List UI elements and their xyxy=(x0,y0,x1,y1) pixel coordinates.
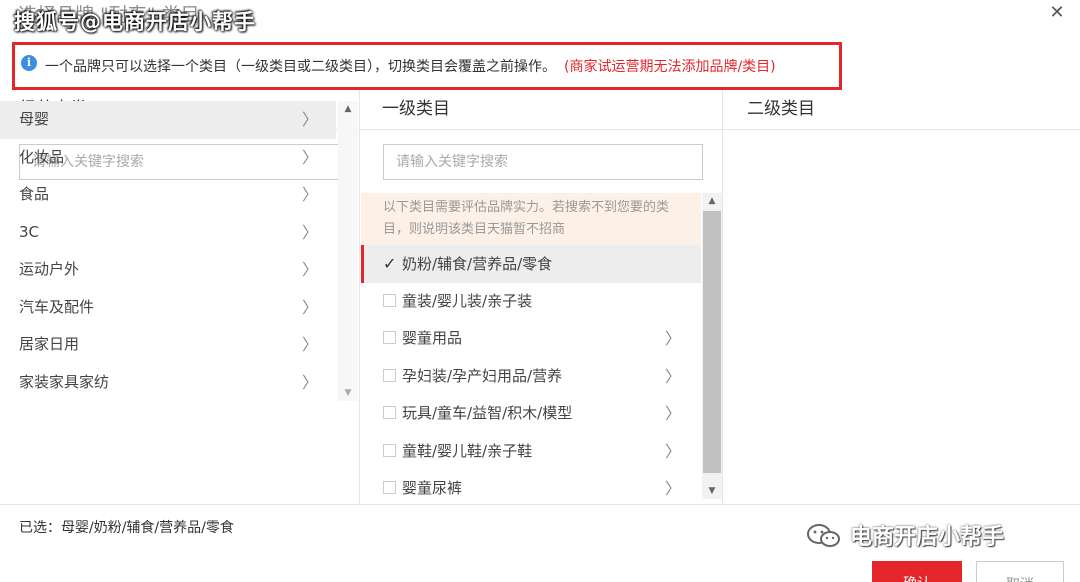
subcategory-checkbox[interactable] xyxy=(383,481,396,494)
wechat-icon xyxy=(807,524,840,547)
category-label: 化妆品 xyxy=(19,147,65,166)
category-item[interactable]: 居家日用 〉 xyxy=(0,326,336,364)
subcategory-item[interactable]: 童鞋/婴儿鞋/亲子鞋 〉 xyxy=(361,433,701,471)
chevron-right-icon: 〉 xyxy=(301,185,318,204)
category-label: 3C xyxy=(19,222,40,241)
notice-message: 一个品牌只可以选择一个类目（一级类目或二级类目），切换类目会覆盖之前操作。 (商家… xyxy=(45,56,776,76)
scroll-up-arrow-icon[interactable]: ▲ xyxy=(702,193,722,209)
notice-warning: (商家试运营期无法添加品牌/类目) xyxy=(564,59,776,75)
subcategory-item[interactable]: 童装/婴儿装/亲子装 xyxy=(361,283,701,321)
level1-scrollbar[interactable]: ▲ ▼ xyxy=(702,193,722,499)
level1-search-input[interactable] xyxy=(383,144,703,180)
category-item[interactable]: 运动户外 〉 xyxy=(0,251,336,289)
selected-summary: 已选：母婴/奶粉/辅食/营养品/零食 xyxy=(19,520,234,536)
category-item[interactable]: 汽车及配件 〉 xyxy=(0,289,336,327)
subcategory-item[interactable]: 婴童尿裤 〉 xyxy=(361,470,701,508)
subcategory-item[interactable]: 婴童用品 〉 xyxy=(361,320,701,358)
chevron-right-icon: 〉 xyxy=(301,260,318,279)
category-label: 居家日用 xyxy=(19,335,80,353)
category-label: 食品 xyxy=(19,185,50,203)
chevron-right-icon: 〉 xyxy=(664,441,681,461)
chevron-right-icon: 〉 xyxy=(301,297,318,317)
watermark-text: 电商开店小帮手 xyxy=(850,525,1005,550)
info-icon: i xyxy=(21,55,37,71)
scroll-thumb[interactable] xyxy=(703,211,721,473)
category-label: 母婴 xyxy=(19,110,50,128)
column-header: 一级类目 xyxy=(360,90,722,130)
chevron-right-icon: 〉 xyxy=(301,147,318,167)
column-header: 二级类目 xyxy=(723,90,1080,130)
dialog-titlebar: 选择品牌 "耐克" 类目 搜狐号@电商开店小帮手 ✕ xyxy=(0,0,1080,40)
chevron-right-icon: 〉 xyxy=(664,479,681,498)
chevron-right-icon: 〉 xyxy=(301,222,318,242)
chevron-right-icon: 〉 xyxy=(664,329,681,348)
subcategory-label: 孕妇装/孕产妇用品/营养 xyxy=(402,366,563,385)
subcategory-checkbox[interactable] xyxy=(383,331,396,344)
subcategory-checkbox[interactable] xyxy=(383,443,396,457)
chevron-right-icon: 〉 xyxy=(664,404,681,423)
chevron-right-icon: 〉 xyxy=(664,366,681,386)
watermark-caption: 搜狐号@电商开店小帮手 xyxy=(14,10,256,34)
column-level2-category: 二级类目 xyxy=(723,90,1080,504)
scroll-up-arrow-icon[interactable]: ▲ xyxy=(338,101,358,117)
subcategory-item[interactable]: ✓ 奶粉/辅食/营养品/零食 xyxy=(361,245,701,283)
chevron-right-icon: 〉 xyxy=(301,372,318,392)
checkmark-icon[interactable]: ✓ xyxy=(383,245,398,283)
subcategory-label: 玩具/童车/益智/积木/模型 xyxy=(402,404,573,422)
category-item[interactable]: 母婴 〉 xyxy=(0,101,336,139)
subcategory-label: 奶粉/辅食/营养品/零食 xyxy=(402,255,553,273)
category-hint: 以下类目需要评估品牌实力。若搜索不到您要的类目，则说明该类目天猫暂不招商 xyxy=(361,193,701,245)
cancel-button[interactable]: 取消 xyxy=(976,561,1064,582)
confirm-button[interactable]: 确认 xyxy=(872,561,962,582)
notice-text: 一个品牌只可以选择一个类目（一级类目或二级类目），切换类目会覆盖之前操作。 xyxy=(45,59,556,75)
close-button[interactable]: ✕ xyxy=(1046,2,1068,24)
chevron-right-icon: 〉 xyxy=(301,335,318,354)
category-item[interactable]: 家装家具家纺 〉 xyxy=(0,364,336,402)
category-label: 家装家具家纺 xyxy=(19,372,110,391)
subcategory-item[interactable]: 玩具/童车/益智/积木/模型 〉 xyxy=(361,395,701,433)
subcategory-item[interactable]: 孕妇装/孕产妇用品/营养 〉 xyxy=(361,358,701,396)
dialog-footer: 已选：母婴/奶粉/辅食/营养品/零食 电商开店小帮手 确认 取消 xyxy=(0,504,1080,582)
scroll-down-arrow-icon[interactable]: ▼ xyxy=(702,483,722,499)
watermark: 电商开店小帮手 xyxy=(806,519,1004,551)
category-label: 汽车及配件 xyxy=(19,297,95,316)
subcategory-checkbox[interactable] xyxy=(383,368,396,382)
subcategory-label: 童装/婴儿装/亲子装 xyxy=(402,291,533,310)
subcategory-checkbox[interactable] xyxy=(383,406,396,419)
scroll-down-arrow-icon[interactable]: ▼ xyxy=(338,385,358,401)
category-item[interactable]: 食品 〉 xyxy=(0,176,336,214)
category-label: 运动户外 xyxy=(19,260,80,278)
subcategory-label: 婴童尿裤 xyxy=(402,479,463,497)
level1-category-list: ✓ 奶粉/辅食/营养品/零食 童装/婴儿装/亲子装 婴童用品〉孕妇装/孕产妇用品/营养… xyxy=(361,245,701,508)
category-scrollbar[interactable]: ▲ ▼ xyxy=(338,101,358,401)
subcategory-label: 童鞋/婴儿鞋/亲子鞋 xyxy=(402,441,533,460)
category-list: 母婴〉化妆品〉食品〉 3C 〉运动户外〉汽车及配件〉居家日用〉家装家具家纺〉 xyxy=(0,101,336,401)
category-item[interactable]: 化妆品 〉 xyxy=(0,139,336,177)
chevron-right-icon: 〉 xyxy=(301,110,318,129)
subcategory-label: 婴童用品 xyxy=(402,329,463,347)
category-item[interactable]: 3C 〉 xyxy=(0,214,336,252)
subcategory-checkbox[interactable] xyxy=(383,293,396,307)
notice-box: i 一个品牌只可以选择一个类目（一级类目或二级类目），切换类目会覆盖之前操作。 (… xyxy=(12,42,842,90)
